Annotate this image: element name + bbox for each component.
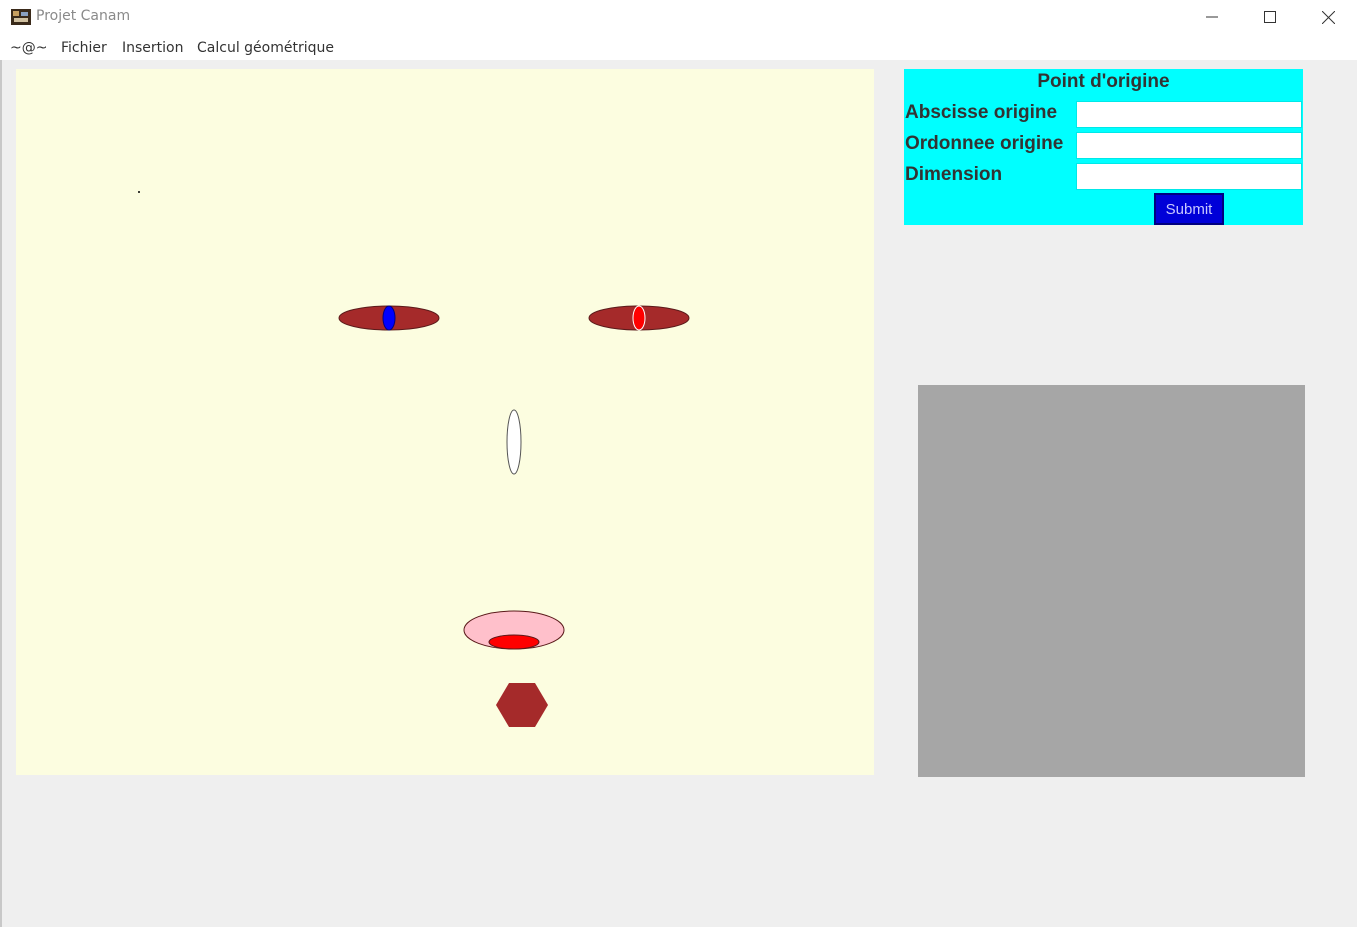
left-pupil	[382, 305, 396, 331]
ordonnee-input[interactable]	[1076, 132, 1302, 159]
preview-panel	[918, 385, 1305, 777]
abscisse-label: Abscisse origine	[905, 102, 1058, 123]
canvas-dot	[138, 191, 140, 193]
ordonnee-label: Ordonnee origine	[905, 133, 1064, 154]
origin-form-panel: Point d'origine Abscisse origine Ordonne…	[904, 69, 1303, 225]
drawing-canvas[interactable]	[16, 69, 874, 775]
maximize-icon	[1264, 11, 1276, 23]
dimension-label: Dimension	[905, 164, 1003, 185]
maximize-button[interactable]	[1241, 0, 1299, 34]
menu-item-calcul-geometrique[interactable]: Calcul géométrique	[197, 40, 334, 56]
submit-button[interactable]: Submit	[1154, 193, 1224, 225]
nose	[506, 409, 522, 475]
app-window: Projet Canam ~@~ Fichier Insertion Calcu…	[0, 0, 1357, 927]
chin-hexagon	[496, 683, 548, 727]
mouth-inner	[488, 634, 540, 650]
close-icon	[1321, 10, 1335, 24]
menu-item-insertion[interactable]: Insertion	[122, 40, 183, 56]
window-title: Projet Canam	[36, 8, 131, 24]
right-pupil	[632, 305, 646, 331]
face-drawing	[138, 191, 690, 727]
abscisse-input[interactable]	[1076, 101, 1302, 128]
title-bar: Projet Canam	[0, 0, 1357, 34]
menu-item-special[interactable]: ~@~	[10, 40, 47, 56]
menu-item-fichier[interactable]: Fichier	[61, 40, 107, 56]
minimize-icon	[1206, 16, 1218, 18]
minimize-button[interactable]	[1183, 0, 1241, 34]
window-left-border	[0, 60, 2, 927]
close-button[interactable]	[1299, 0, 1357, 34]
menu-bar: ~@~ Fichier Insertion Calcul géométrique	[0, 34, 1357, 60]
form-title: Point d'origine	[1037, 71, 1170, 92]
dimension-input[interactable]	[1076, 163, 1302, 190]
app-icon	[11, 9, 31, 25]
